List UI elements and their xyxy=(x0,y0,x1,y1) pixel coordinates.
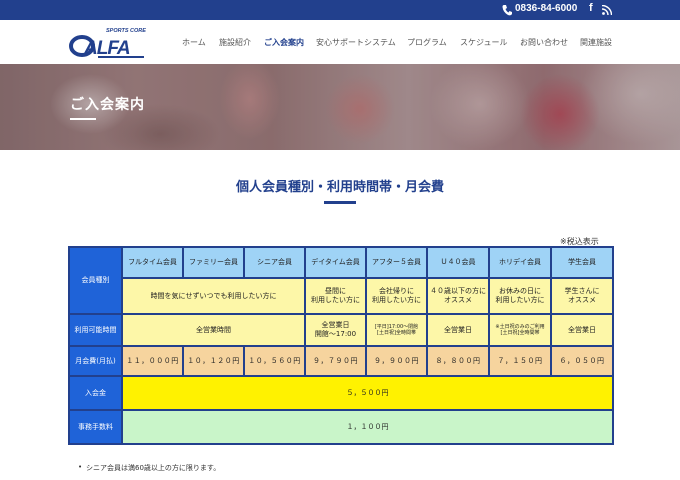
hero-title: ご入会案内 xyxy=(70,97,145,113)
plan-full-time: フルタイム会員 xyxy=(121,246,184,279)
target-holiday: お休みの日に 利用したい方に xyxy=(488,277,552,315)
nav-related-facilities[interactable]: 関連施設 xyxy=(580,37,612,48)
hours-student: 全営業日 xyxy=(550,313,614,347)
fee-student: ６，０５０円 xyxy=(550,345,614,377)
phone-icon xyxy=(502,5,512,16)
nav-facilities[interactable]: 施設紹介 xyxy=(219,37,251,48)
membership-fee-table: 会員種別 フルタイム会員 ファミリー会員 シニア会員 デイタイム会員 アフター５… xyxy=(68,246,614,445)
nav-home[interactable]: ホーム xyxy=(182,37,206,48)
hours-holiday: ※土日祝のみのご利用 [土日祝]全時間帯 xyxy=(488,313,552,347)
row-header-monthly-fee: 月会費(月払) xyxy=(68,345,123,377)
fee-senior: １０，５６０円 xyxy=(243,345,306,377)
target-student: 学生さんに オススメ xyxy=(550,277,614,315)
table-row: 月会費(月払) １１，０００円 １０，１２０円 １０，５６０円 ９，７９０円 ９… xyxy=(68,345,614,377)
table-row: 時間を気にせずいつでも利用したい方に 昼間に 利用したい方に 会社帰りに 利用したい… xyxy=(69,277,614,315)
plan-family: ファミリー会員 xyxy=(182,246,245,279)
table-row: 事務手数料 １，１００円 xyxy=(68,409,614,445)
row-header-hours: 利用可能時間 xyxy=(68,313,123,347)
plan-holiday: ホリデイ会員 xyxy=(488,246,552,279)
table-row: 会員種別 フルタイム会員 ファミリー会員 シニア会員 デイタイム会員 アフター５… xyxy=(68,246,614,315)
nav-schedule[interactable]: スケジュール xyxy=(460,37,507,48)
fee-daytime: ９，７９０円 xyxy=(304,345,367,377)
fee-family: １０，１２０円 xyxy=(182,345,245,377)
list-item: シニア会員は満60歳以上の方に限ります。 xyxy=(78,463,220,473)
phone-number[interactable]: 0836-84-6000 xyxy=(515,3,577,14)
join-fee-value: ５，５００円 xyxy=(121,375,614,411)
plan-u40: Ｕ４０会員 xyxy=(426,246,490,279)
table-row: 利用可能時間 全営業時間 全営業日 開館～17:00 [平日]17:00～閉館 [土… xyxy=(68,313,614,347)
target-u40: ４０歳以下の方に オススメ xyxy=(426,277,490,315)
nav-programs[interactable]: プログラム xyxy=(407,37,447,48)
target-daytime: 昼間に 利用したい方に xyxy=(304,277,367,315)
fee-after5: ９，９００円 xyxy=(365,345,428,377)
svg-text:SPORTS CORE: SPORTS CORE xyxy=(106,28,146,34)
site-header: SPORTS CORE ALFA ホーム 施設紹介 ご入会案内 安心サポートシス… xyxy=(0,20,680,64)
nav-membership[interactable]: ご入会案内 xyxy=(264,37,304,48)
fee-holiday: ７，１５０円 xyxy=(488,345,552,377)
row-header-admin-fee: 事務手数料 xyxy=(68,409,123,445)
row-header-type: 会員種別 xyxy=(68,246,123,315)
nav-support-system[interactable]: 安心サポートシステム xyxy=(316,37,396,48)
plan-student: 学生会員 xyxy=(550,246,614,279)
hero-title-underline xyxy=(70,118,96,120)
plan-daytime: デイタイム会員 xyxy=(304,246,367,279)
target-after5: 会社帰りに 利用したい方に xyxy=(365,277,428,315)
plan-senior: シニア会員 xyxy=(243,246,306,279)
main-nav: ホーム 施設紹介 ご入会案内 安心サポートシステム プログラム スケジュール お… xyxy=(0,37,680,51)
table-row: 入会金 ５，５００円 xyxy=(68,375,614,411)
rss-icon[interactable] xyxy=(602,5,612,15)
facebook-icon[interactable]: f xyxy=(589,2,593,14)
top-bar: 0836-84-6000 f xyxy=(0,0,680,20)
row-header-join-fee: 入会金 xyxy=(68,375,123,411)
section-title: 個人会員種別・利用時間帯・月会費 xyxy=(235,180,444,195)
section-title-underline xyxy=(324,201,356,204)
hours-shared: 全営業時間 xyxy=(121,313,306,347)
notes-list: シニア会員は満60歳以上の方に限ります。 xyxy=(78,463,220,479)
nav-contact[interactable]: お問い合わせ xyxy=(520,37,568,48)
hours-daytime: 全営業日 開館～17:00 xyxy=(304,313,367,347)
plan-after5: アフター５会員 xyxy=(365,246,428,279)
fee-full-time: １１，０００円 xyxy=(121,345,184,377)
target-shared: 時間を気にせずいつでも利用したい方に xyxy=(121,277,306,315)
fee-u40: ８，８００円 xyxy=(426,345,490,377)
hours-after5: [平日]17:00～閉館 [土日祝]全時間帯 xyxy=(365,313,428,347)
hours-u40: 全営業日 xyxy=(426,313,490,347)
hero-banner: ご入会案内 xyxy=(0,64,680,150)
admin-fee-value: １，１００円 xyxy=(121,409,614,445)
